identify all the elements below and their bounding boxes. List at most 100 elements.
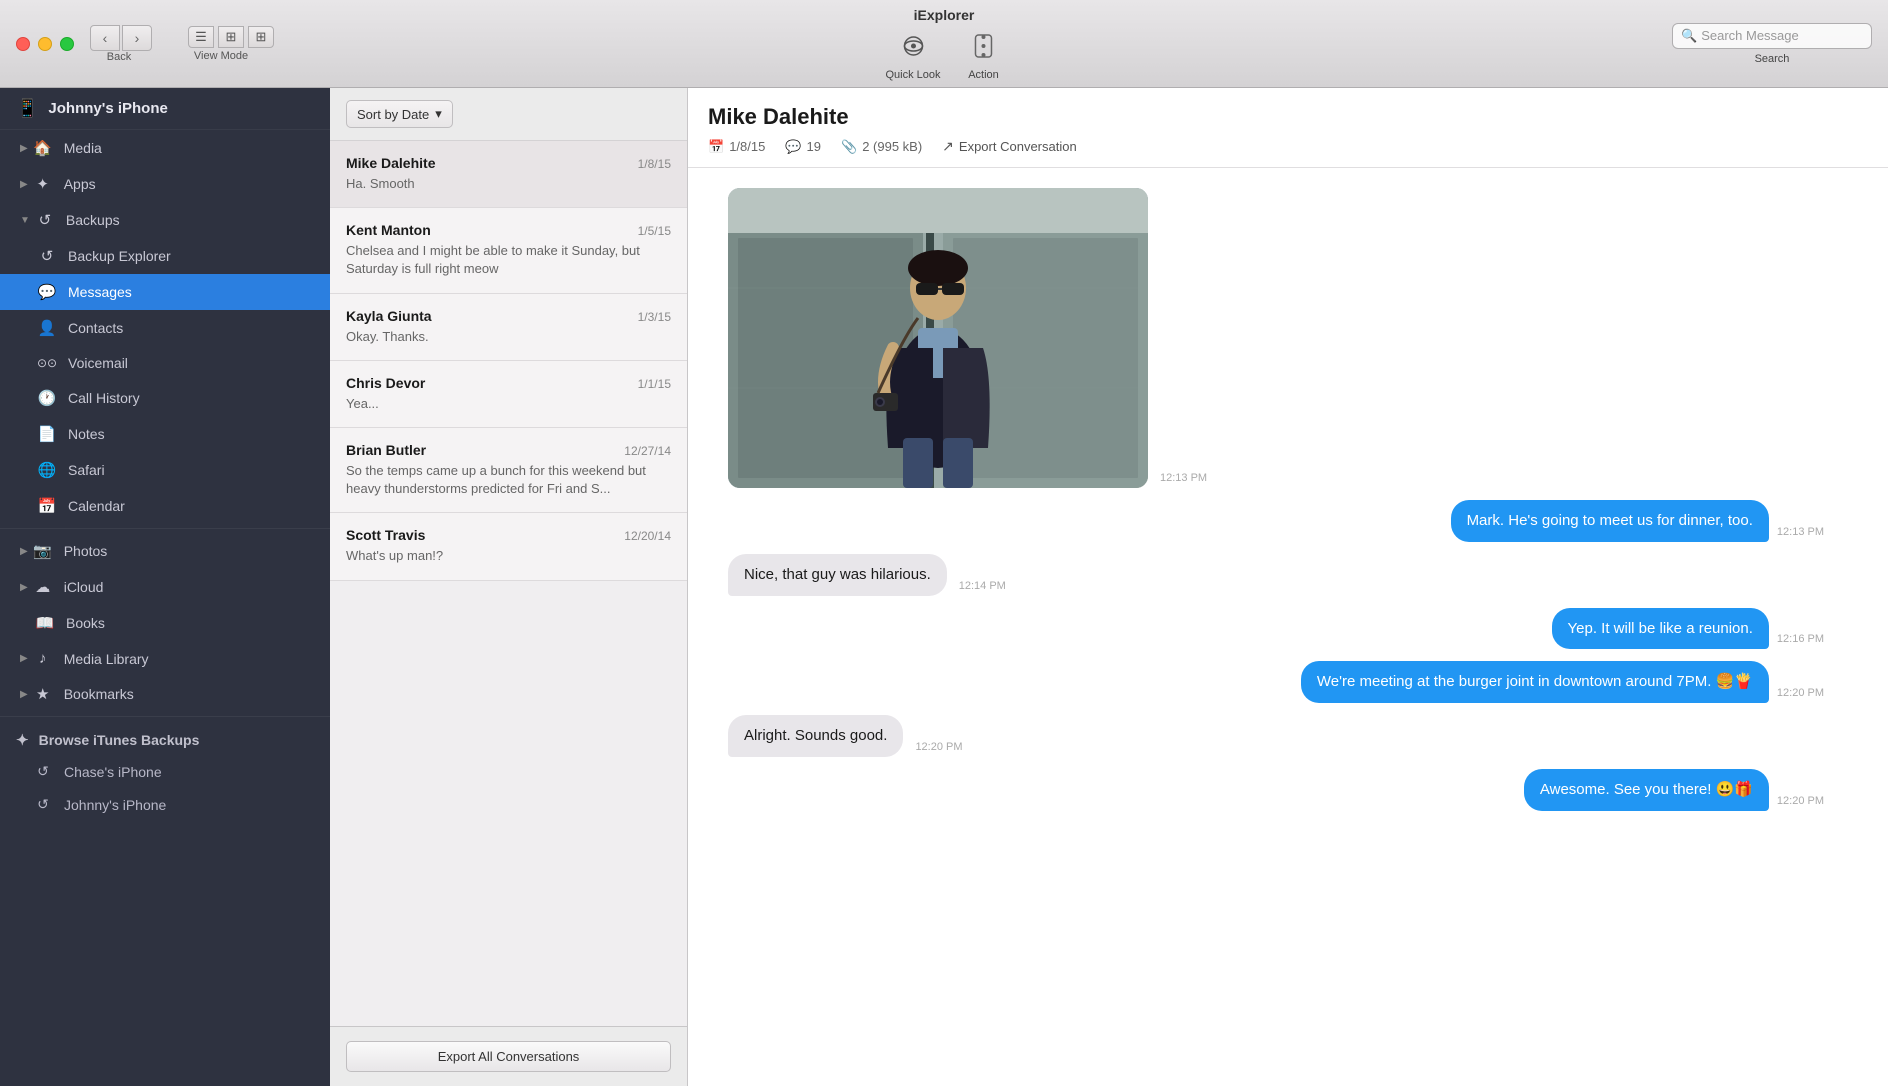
traffic-lights xyxy=(16,37,74,51)
back-button[interactable]: ‹ xyxy=(90,25,120,51)
conversation-item-brian[interactable]: Brian Butler 12/27/14 So the temps came … xyxy=(330,428,687,513)
nav-buttons: ‹ › xyxy=(90,25,152,51)
fullscreen-button[interactable] xyxy=(60,37,74,51)
sort-selector[interactable]: Sort by Date ▾ xyxy=(346,100,453,128)
search-label: Search xyxy=(1755,53,1790,65)
backups-icon: ↺ xyxy=(34,211,56,229)
icloud-icon: ☁ xyxy=(32,578,54,596)
sidebar: 📱 Johnny's iPhone ▶ 🏠 Media ▶ ✦ Apps ▼ ↺… xyxy=(0,88,330,1086)
sidebar-item-notes[interactable]: 📄 Notes xyxy=(0,416,330,452)
sidebar-item-contacts[interactable]: 👤 Contacts xyxy=(0,310,330,346)
sidebar-item-safari[interactable]: 🌐 Safari xyxy=(0,452,330,488)
calendar-icon: 📅 xyxy=(36,497,58,515)
sidebar-item-label-voicemail: Voicemail xyxy=(68,355,314,371)
export-conv-icon: ↗ xyxy=(942,138,954,155)
conv-name-brian: Brian Butler xyxy=(346,442,426,458)
bookmarks-arrow-icon: ▶ xyxy=(20,689,28,700)
sidebar-item-call-history[interactable]: 🕐 Call History xyxy=(0,380,330,416)
sidebar-browse-itunes[interactable]: ✦ Browse iTunes Backups xyxy=(0,721,330,755)
sidebar-device-header[interactable]: 📱 Johnny's iPhone xyxy=(0,88,330,130)
photos-arrow-icon: ▶ xyxy=(20,546,28,557)
quick-look-action[interactable]: Quick Look xyxy=(885,27,940,81)
sidebar-item-backup-explorer[interactable]: ↺ Backup Explorer xyxy=(0,238,330,274)
view-mode-group: ☰ ⊞ ⊞ View Mode xyxy=(188,26,274,62)
person-silhouette xyxy=(858,218,1018,488)
conv-date-chris: 1/1/15 xyxy=(638,377,671,391)
sidebar-item-media[interactable]: ▶ 🏠 Media xyxy=(0,130,330,166)
sidebar-item-backups[interactable]: ▼ ↺ Backups xyxy=(0,202,330,238)
bookmarks-icon: ★ xyxy=(32,685,54,703)
sidebar-item-bookmarks[interactable]: ▶ ★ Bookmarks xyxy=(0,676,330,712)
conv-date-scott: 12/20/14 xyxy=(624,529,671,543)
conv-name-chris: Chris Devor xyxy=(346,375,425,391)
conversation-panel: Mike Dalehite 📅 1/8/15 💬 19 📎 2 (995 kB)… xyxy=(688,88,1888,1086)
message-bubble-4: We're meeting at the burger joint in dow… xyxy=(1301,661,1769,703)
sidebar-item-voicemail[interactable]: ⊙⊙ Voicemail xyxy=(0,346,330,380)
message-bubble-1: Mark. He's going to meet us for dinner, … xyxy=(1451,500,1769,542)
conversation-item-scott[interactable]: Scott Travis 12/20/14 What's up man!? xyxy=(330,513,687,580)
conv-preview-brian: So the temps came up a bunch for this we… xyxy=(346,462,671,498)
sidebar-item-photos[interactable]: ▶ 📷 Photos xyxy=(0,533,330,569)
sidebar-item-johnnys-iphone-2[interactable]: ↺ Johnny's iPhone xyxy=(0,788,330,821)
search-input-wrap[interactable]: 🔍 xyxy=(1672,23,1872,49)
media-library-icon: ♪ xyxy=(32,650,54,667)
sidebar-divider-2 xyxy=(0,716,330,717)
photos-icon: 📷 xyxy=(32,542,54,560)
sidebar-item-media-library[interactable]: ▶ ♪ Media Library xyxy=(0,641,330,676)
sidebar-item-icloud[interactable]: ▶ ☁ iCloud xyxy=(0,569,330,605)
sidebar-item-books[interactable]: 📖 Books xyxy=(0,605,330,641)
conversation-header: Mike Dalehite 📅 1/8/15 💬 19 📎 2 (995 kB)… xyxy=(688,88,1888,168)
conv-name-kayla: Kayla Giunta xyxy=(346,308,432,324)
conv-name-scott: Scott Travis xyxy=(346,527,425,543)
view-icon-button[interactable]: ⊞ xyxy=(248,26,274,48)
books-icon: 📖 xyxy=(34,614,56,632)
export-conversation-link[interactable]: ↗ Export Conversation xyxy=(942,138,1077,155)
sidebar-item-label-media: Media xyxy=(64,140,314,156)
photo-message xyxy=(728,188,1148,488)
sidebar-item-apps[interactable]: ▶ ✦ Apps xyxy=(0,166,330,202)
main-content: 📱 Johnny's iPhone ▶ 🏠 Media ▶ ✦ Apps ▼ ↺… xyxy=(0,88,1888,1086)
message-list-panel: Sort by Date ▾ Mike Dalehite 1/8/15 Ha. … xyxy=(330,88,688,1086)
sidebar-item-messages[interactable]: 💬 Messages xyxy=(0,274,330,310)
sidebar-item-chases-iphone[interactable]: ↺ Chase's iPhone xyxy=(0,755,330,788)
conv-name-kent: Kent Manton xyxy=(346,222,431,238)
apps-arrow-icon: ▶ xyxy=(20,179,28,190)
sidebar-device-name: Johnny's iPhone xyxy=(48,100,167,117)
export-all-conversations-button[interactable]: Export All Conversations xyxy=(346,1041,671,1072)
conversation-item-kent[interactable]: Kent Manton 1/5/15 Chelsea and I might b… xyxy=(330,208,687,293)
app-title: iExplorer xyxy=(914,7,975,23)
view-list-button[interactable]: ☰ xyxy=(188,26,214,48)
view-mode-label: View Mode xyxy=(194,50,248,62)
conv-preview-kayla: Okay. Thanks. xyxy=(346,328,671,346)
conversation-item-kayla[interactable]: Kayla Giunta 1/3/15 Okay. Thanks. xyxy=(330,294,687,361)
meta-messages-value: 19 xyxy=(807,139,821,154)
search-area: 🔍 Search xyxy=(1672,23,1872,65)
iphone-icon: 📱 xyxy=(16,98,38,119)
message-bubble-2: Nice, that guy was hilarious. xyxy=(728,554,947,596)
conversation-item-mike[interactable]: Mike Dalehite 1/8/15 Ha. Smooth xyxy=(330,141,687,208)
action-button[interactable]: Action xyxy=(965,27,1003,81)
close-button[interactable] xyxy=(16,37,30,51)
sort-chevron-icon: ▾ xyxy=(435,106,442,122)
forward-button[interactable]: › xyxy=(122,25,152,51)
browse-itunes-label: Browse iTunes Backups xyxy=(39,732,200,748)
media-arrow-icon: ▶ xyxy=(20,143,28,154)
conversation-item-chris[interactable]: Chris Devor 1/1/15 Yea... xyxy=(330,361,687,428)
sidebar-item-label-bookmarks: Bookmarks xyxy=(64,686,314,702)
quick-look-icon xyxy=(894,27,932,65)
conversation-meta: 📅 1/8/15 💬 19 📎 2 (995 kB) ↗ Export Conv… xyxy=(708,138,1868,155)
sidebar-item-calendar[interactable]: 📅 Calendar xyxy=(0,488,330,524)
message-list-header: Sort by Date ▾ xyxy=(330,88,687,141)
export-all-area: Export All Conversations xyxy=(330,1026,687,1086)
back-label: Back xyxy=(107,51,131,63)
call-history-icon: 🕐 xyxy=(36,389,58,407)
view-column-button[interactable]: ⊞ xyxy=(218,26,244,48)
minimize-button[interactable] xyxy=(38,37,52,51)
conv-preview-kent: Chelsea and I might be able to make it S… xyxy=(346,242,671,278)
sidebar-item-label-backups: Backups xyxy=(66,212,314,228)
conv-date-brian: 12/27/14 xyxy=(624,444,671,458)
sidebar-item-label-safari: Safari xyxy=(68,462,314,478)
msg-time-1: 12:13 PM xyxy=(1777,526,1824,542)
search-input[interactable] xyxy=(1701,28,1863,43)
message-count-icon: 💬 xyxy=(785,139,801,155)
